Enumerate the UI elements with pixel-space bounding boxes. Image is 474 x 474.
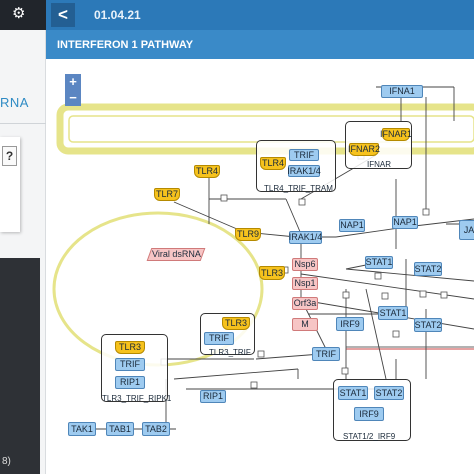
complex-stat12-irf9-label: STAT1/2_IRF9 [343, 432, 396, 441]
node-stat2-a[interactable]: STAT2 [414, 262, 442, 276]
complex-tlr4-trif-tram-label: TLR4_TRIF_TRAM [264, 184, 333, 193]
pathway-canvas[interactable]: + − IFNA1 IFNAR1 IFNAR2 IFNAR TLR4 TRIF … [46, 59, 474, 474]
node-tlr3-free[interactable]: TLR3 [259, 266, 285, 280]
zoom-in-icon[interactable]: + [65, 74, 81, 90]
node-nsp6[interactable]: Nsp6 [292, 258, 318, 271]
zoom-out-icon[interactable]: − [65, 90, 81, 106]
viral-dsrna-label: Viral dsRNA [151, 249, 201, 259]
node-tlr3-k[interactable]: TLR3 [115, 341, 145, 354]
node-trif-a[interactable]: TRIF [289, 149, 319, 161]
node-irak14-in[interactable]: IRAK1/4 [287, 165, 321, 177]
top-bar: < 01.04.21 [46, 0, 474, 30]
node-trif-c[interactable]: TRIF [204, 332, 234, 345]
node-tlr4[interactable]: TLR4 [260, 157, 286, 170]
sidebar-divider [0, 123, 46, 124]
pathway-title: INTERFERON 1 PATHWAY [57, 39, 194, 51]
node-tlr4-free[interactable]: TLR4 [194, 165, 220, 178]
node-trif-d[interactable]: TRIF [312, 347, 340, 361]
node-rip1-k[interactable]: RIP1 [115, 376, 145, 389]
back-button[interactable]: < [51, 3, 75, 27]
complex-ifnar-label: IFNAR [367, 160, 391, 169]
node-tak1[interactable]: TAK1 [68, 422, 96, 436]
node-stat2-c[interactable]: STAT2 [374, 386, 404, 400]
user-settings-icon[interactable]: ⚙ [12, 4, 25, 24]
complex-tlr3-trif-ripk1-label: TLR3_TRIF_RIPK1 [102, 394, 172, 403]
node-tlr7[interactable]: TLR7 [154, 188, 180, 201]
node-nap1-a[interactable]: NAP1 [339, 219, 365, 232]
version-label: 01.04.21 [94, 8, 141, 22]
node-ifnar2[interactable]: IFNAR2 [348, 143, 380, 156]
left-sidebar: ⚙ RNA ? 8) [0, 0, 46, 474]
node-ja[interactable]: JA [459, 220, 474, 240]
node-irf9-a[interactable]: IRF9 [336, 317, 364, 331]
node-tab2[interactable]: TAB2 [142, 422, 170, 436]
node-stat1-b[interactable]: STAT1 [378, 306, 408, 320]
sidebar-dark-panel [0, 258, 40, 474]
node-irak14[interactable]: IRAK1/4 [289, 231, 322, 244]
app-root: ⚙ RNA ? 8) < 01.04.21 INTERFERON 1 PATHW… [0, 0, 474, 474]
complex-tlr3-trif-label: TLR3_TRIF [209, 348, 251, 357]
node-orf3a[interactable]: Orf3a [292, 297, 318, 310]
node-tlr9[interactable]: TLR9 [235, 228, 261, 241]
pathway-title-bar: INTERFERON 1 PATHWAY [46, 30, 474, 59]
node-stat2-b[interactable]: STAT2 [414, 318, 442, 332]
node-stat1-c[interactable]: STAT1 [338, 386, 368, 400]
sidebar-partial-title: RNA [0, 95, 29, 110]
node-trif-k[interactable]: TRIF [115, 358, 145, 371]
node-viral-dsrna[interactable]: Viral dsRNA [146, 248, 206, 261]
node-nsp1[interactable]: Nsp1 [292, 277, 318, 290]
node-rip1[interactable]: RIP1 [200, 390, 226, 403]
node-irf9-c[interactable]: IRF9 [354, 407, 384, 421]
node-ifnar1[interactable]: IFNAR1 [380, 128, 412, 141]
node-ifna1[interactable]: IFNA1 [381, 85, 423, 98]
help-button[interactable]: ? [2, 146, 17, 166]
node-m[interactable]: M [292, 318, 318, 331]
node-stat1-a[interactable]: STAT1 [365, 256, 393, 269]
sidebar-header: ⚙ [0, 0, 46, 30]
sidebar-bottom-text: 8) [2, 456, 11, 467]
node-nap1-b[interactable]: NAP1 [392, 216, 418, 229]
node-tlr3-c[interactable]: TLR3 [222, 317, 250, 330]
node-tab1[interactable]: TAB1 [106, 422, 134, 436]
